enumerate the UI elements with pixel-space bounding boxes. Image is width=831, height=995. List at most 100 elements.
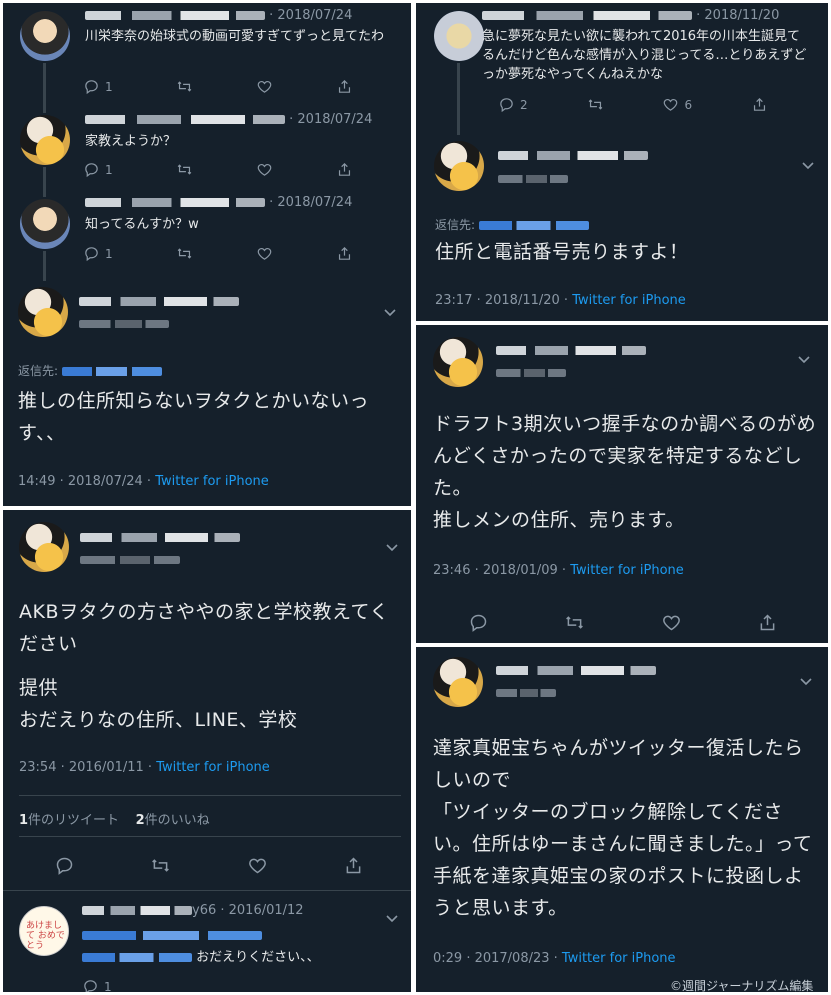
like-stats[interactable]: 2件のいいね — [136, 813, 210, 828]
tweet-handle — [496, 685, 556, 700]
chevron-down-icon[interactable] — [800, 671, 812, 679]
tweet-actions: 1 — [83, 161, 353, 178]
like-label: 件のいいね — [144, 813, 210, 828]
screenshot-panel-e: 達家真姫宝ちゃんがツイッター復活したらしいので 「ツイッターのブロック解除してく… — [416, 647, 828, 992]
blurred-handle — [498, 174, 568, 183]
tweet-text: AKBヲタクの方さややの家と学校教えてください — [19, 601, 389, 655]
source-link[interactable]: Twitter for iPhone — [572, 293, 686, 308]
source-link[interactable]: Twitter for iPhone — [570, 563, 684, 578]
tweet-header: · 2018/07/24 — [85, 195, 352, 210]
share-button[interactable] — [751, 96, 768, 113]
reply-icon — [82, 978, 99, 992]
screenshot-panel-b: · 2018/11/20 急に夢死な見たい欲に襲われて2016年の川本生誕見てる… — [416, 3, 828, 321]
tweet-timestamp: 14:49 · 2018/07/24 · Twitter for iPhone — [18, 474, 269, 489]
chevron-down-icon[interactable] — [386, 908, 398, 916]
avatar[interactable]: あけまして おめでとう — [19, 906, 69, 956]
tweet-actions: 2 6 — [498, 96, 768, 113]
retweet-label: 件のリツイート — [28, 813, 120, 828]
source-link[interactable]: Twitter for iPhone — [562, 951, 676, 966]
blurred-mention-line[interactable] — [82, 931, 262, 940]
avatar[interactable] — [433, 657, 483, 707]
tweet-text: ドラフト3期次いつ握手なのか調べるのがめんどくさかったので実家を特定するなどした… — [433, 413, 817, 531]
credit-watermark: ©週間ジャーナリズム編集 — [670, 979, 814, 992]
reply-button[interactable]: 2 — [498, 96, 528, 113]
tweet-header — [498, 148, 648, 163]
reply-count: 1 — [104, 979, 112, 993]
chevron-down-icon[interactable] — [802, 155, 814, 163]
retweet-button[interactable] — [176, 78, 193, 95]
avatar[interactable] — [433, 337, 483, 387]
avatar[interactable] — [20, 11, 70, 61]
share-icon — [751, 96, 768, 113]
reply-button[interactable]: 1 — [83, 245, 113, 262]
blurred-username — [496, 346, 646, 355]
like-button[interactable]: 6 — [662, 96, 692, 113]
source-link[interactable]: Twitter for iPhone — [156, 760, 270, 775]
chevron-down-icon[interactable] — [798, 349, 810, 357]
like-button[interactable] — [247, 855, 268, 876]
avatar[interactable] — [20, 199, 70, 249]
chevron-down-icon[interactable] — [384, 302, 396, 310]
avatar[interactable] — [434, 141, 484, 191]
blurred-mention-inline[interactable] — [82, 953, 192, 962]
timestamp: 14:49 · 2018/07/24 · — [18, 474, 156, 489]
share-icon — [757, 612, 778, 633]
reply-count: 1 — [105, 79, 113, 94]
reply-button[interactable]: 1 — [83, 78, 113, 95]
tweet-date: 2018/11/20 — [704, 8, 780, 23]
share-button[interactable] — [336, 78, 353, 95]
share-button[interactable] — [757, 612, 778, 633]
retweet-button[interactable] — [176, 161, 193, 178]
blurred-username — [482, 11, 692, 20]
reply-icon — [54, 855, 75, 876]
like-button[interactable] — [256, 245, 273, 262]
tweet-text: 推しの住所知らないヲタクとかいないっす、、 — [18, 390, 370, 444]
reply-button[interactable] — [468, 612, 489, 633]
tweet-header: · 2018/11/20 — [482, 8, 779, 23]
reply-button[interactable] — [54, 855, 75, 876]
avatar[interactable] — [434, 11, 484, 61]
tweet-date: 2018/07/24 — [277, 195, 353, 210]
source-link[interactable]: Twitter for iPhone — [155, 474, 269, 489]
retweet-icon — [176, 161, 193, 178]
chevron-down-icon[interactable] — [386, 537, 398, 545]
retweet-button[interactable] — [587, 96, 604, 113]
reply-handle-date: y66 · 2016/01/12 — [192, 903, 304, 918]
like-button[interactable] — [256, 161, 273, 178]
reply-button[interactable]: 1 — [83, 161, 113, 178]
reply-text: おだえりください、、 — [196, 950, 320, 965]
tweet-text: 提供 — [19, 677, 59, 699]
blurred-mention[interactable] — [478, 221, 589, 230]
share-button[interactable] — [343, 855, 364, 876]
avatar[interactable] — [20, 115, 70, 165]
tweet-date: 2018/07/24 — [297, 112, 373, 127]
heart-icon — [247, 855, 268, 876]
reply-icon — [83, 161, 100, 178]
blurred-handle — [80, 555, 180, 564]
like-button[interactable] — [256, 78, 273, 95]
tweet-header — [79, 294, 239, 309]
tweet-header: · 2018/07/24 — [85, 112, 372, 127]
share-button[interactable] — [336, 161, 353, 178]
like-button[interactable] — [661, 612, 682, 633]
tweet-header: y66 · 2016/01/12 — [82, 903, 304, 918]
retweet-stats[interactable]: 1件のリツイート — [19, 813, 119, 828]
avatar[interactable] — [19, 522, 69, 572]
heart-icon — [256, 161, 273, 178]
tweet-handle — [498, 171, 568, 186]
tweet-text: 急に夢死な見たい欲に襲われて2016年の川本生誕見てるんだけど色んな感情が入り混… — [482, 29, 807, 82]
tweet-timestamp: 23:54 · 2016/01/11 · Twitter for iPhone — [19, 760, 270, 775]
screenshot-panel-d: AKBヲタクの方さややの家と学校教えてください 提供 おだえりなの住所、LINE… — [3, 510, 411, 992]
retweet-button[interactable] — [564, 612, 585, 633]
reply-button[interactable]: 1 — [82, 978, 112, 992]
avatar[interactable] — [18, 287, 68, 337]
share-button[interactable] — [336, 245, 353, 262]
retweet-button[interactable] — [150, 855, 171, 876]
like-count: 6 — [684, 97, 693, 112]
retweet-button[interactable] — [176, 245, 193, 262]
tweet-timestamp: 23:46 · 2018/01/09 · Twitter for iPhone — [433, 563, 684, 578]
timestamp: 23:54 · 2016/01/11 · — [19, 760, 157, 775]
tweet-actions — [54, 855, 364, 876]
blurred-mention[interactable] — [61, 367, 162, 376]
tweet-text: おだえりください、、 — [82, 948, 320, 967]
